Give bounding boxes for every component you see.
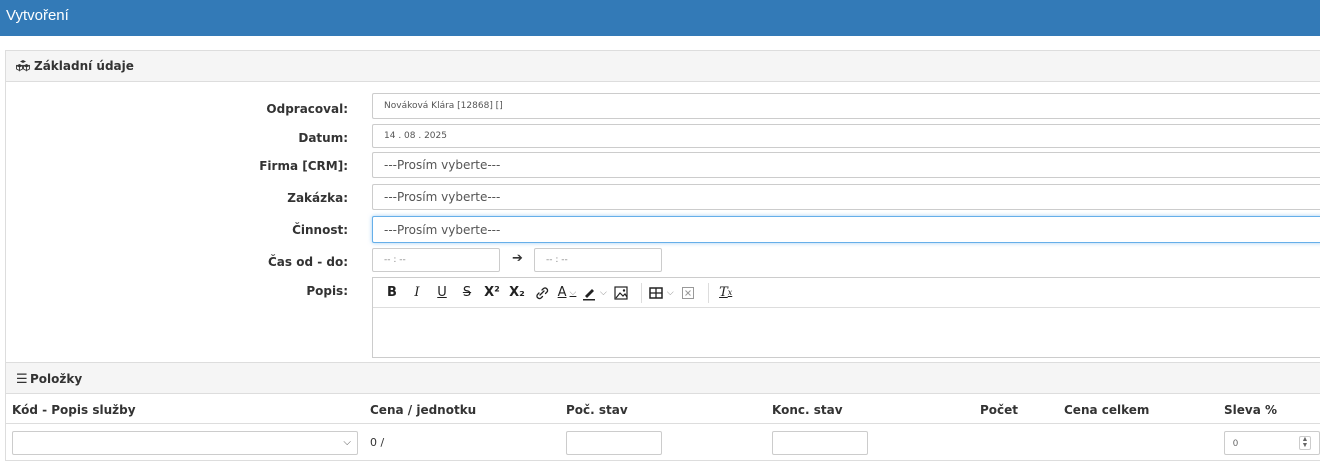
image-button[interactable]	[610, 282, 632, 304]
end-state-input[interactable]	[772, 431, 868, 455]
activity-label: Činnost:	[292, 223, 348, 237]
marker-icon	[583, 288, 595, 300]
service-select[interactable]: ⌵	[12, 431, 358, 455]
discount-input[interactable]: 0 ▲ ▼	[1224, 431, 1320, 455]
column-header: Poč. stav	[566, 403, 628, 417]
column-header: Sleva %	[1224, 403, 1278, 417]
time-to-input[interactable]: -- : --	[534, 248, 662, 272]
description-editor[interactable]: B I U S X² X₂ A ⌵ ⌵ ⌵ T x	[372, 277, 1320, 358]
chevron-down-icon: ⌵	[600, 287, 607, 298]
table-header-divider	[6, 423, 1320, 424]
cubes-icon	[16, 60, 30, 72]
text-color-button[interactable]: A ⌵	[556, 282, 578, 304]
description-label: Popis:	[306, 284, 348, 298]
activity-select[interactable]: ---Prosím vyberte---	[372, 216, 1320, 243]
unit-price-value: 0 /	[370, 436, 385, 449]
strikethrough-button[interactable]: S	[456, 282, 478, 304]
chevron-down-icon: ⌵	[343, 437, 351, 448]
clear-format-button[interactable]: Tx	[715, 282, 737, 304]
column-header: Cena celkem	[1064, 403, 1150, 417]
window-title: Vytvoření	[6, 7, 69, 24]
start-state-input[interactable]	[566, 431, 662, 455]
box-x-icon	[681, 286, 694, 299]
worker-label: Odpracoval:	[266, 102, 348, 116]
worker-value: Nováková Klára [12868] []	[384, 101, 503, 111]
date-field[interactable]: 14 . 08 . 2025	[372, 124, 1320, 148]
toolbar-divider	[707, 282, 709, 303]
chevron-down-icon: ⌵	[569, 287, 577, 298]
toolbar-divider	[640, 282, 642, 303]
column-header: Cena / jednotku	[370, 403, 477, 417]
items-title: Položky	[30, 372, 83, 386]
text-color-label: A	[557, 285, 567, 300]
underline-button[interactable]: U	[431, 282, 453, 304]
column-header: Počet	[980, 403, 1019, 417]
link-icon[interactable]	[531, 282, 553, 304]
order-label: Zakázka:	[287, 191, 348, 205]
worker-field[interactable]: Nováková Klára [12868] []	[372, 93, 1320, 119]
time-from-input[interactable]: -- : --	[372, 248, 500, 272]
time-label: Čas od - do:	[267, 255, 348, 269]
company-label: Firma [CRM]:	[259, 159, 348, 173]
list-icon: ☰	[16, 371, 28, 386]
activity-value: ---Prosím vyberte---	[384, 222, 501, 237]
chevron-down-icon: ⌵	[666, 287, 674, 298]
company-value: ---Prosím vyberte---	[384, 158, 501, 172]
time-from-value: -- : --	[384, 255, 406, 265]
table-icon	[649, 286, 663, 299]
order-select[interactable]: ---Prosím vyberte---	[372, 184, 1320, 210]
subscript-button[interactable]: X₂	[506, 282, 528, 304]
date-label: Datum:	[298, 131, 348, 145]
order-value: ---Prosím vyberte---	[384, 190, 501, 204]
image-icon	[614, 285, 628, 300]
column-header: Konc. stav	[772, 403, 843, 417]
main-panel: Základní údaje Odpracoval: Nováková Klár…	[5, 50, 1320, 461]
superscript-button[interactable]: X²	[481, 282, 503, 304]
italic-button[interactable]: I	[406, 282, 428, 304]
basic-info-title: Základní údaje	[34, 59, 134, 73]
highlight-button[interactable]: ⌵	[581, 282, 607, 304]
embed-button[interactable]	[677, 282, 699, 304]
items-heading: ☰ Položky	[6, 362, 1320, 394]
editor-toolbar: B I U S X² X₂ A ⌵ ⌵ ⌵ T x	[373, 278, 1320, 308]
table-button[interactable]: ⌵	[648, 282, 674, 304]
basic-info-heading: Základní údaje	[6, 51, 1320, 82]
company-select[interactable]: ---Prosím vyberte---	[372, 152, 1320, 178]
bold-button[interactable]: B	[381, 282, 403, 304]
time-to-value: -- : --	[546, 255, 568, 265]
spinner-icon[interactable]: ▲ ▼	[1299, 436, 1311, 450]
column-header: Kód - Popis služby	[12, 403, 136, 417]
arrow-right-icon: ➔	[512, 250, 523, 265]
top-bar: Vytvoření	[0, 0, 1320, 36]
date-value: 14 . 08 . 2025	[384, 131, 447, 141]
discount-value: 0	[1233, 438, 1239, 448]
